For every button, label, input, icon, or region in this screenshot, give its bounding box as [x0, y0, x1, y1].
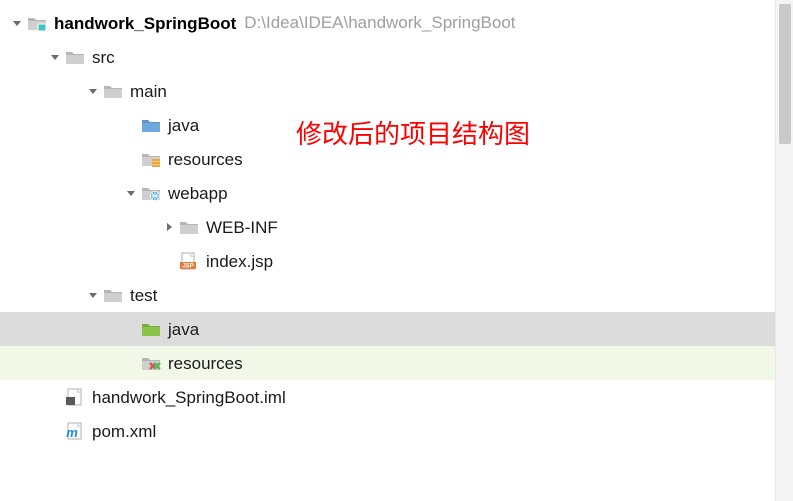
- tree-item-label: resources: [168, 355, 243, 372]
- folder-icon: [178, 217, 200, 237]
- chevron-right-icon[interactable]: [160, 221, 178, 233]
- vertical-scrollbar[interactable]: [775, 0, 793, 501]
- tree-item-label: src: [92, 49, 115, 66]
- folder-icon: [102, 81, 124, 101]
- tree-item-label: index.jsp: [206, 253, 273, 270]
- tree-item-label: handwork_SpringBoot.iml: [92, 389, 286, 406]
- web-folder-icon: [140, 183, 162, 203]
- tree-item-label: WEB-INF: [206, 219, 278, 236]
- annotation-text: 修改后的项目结构图: [296, 114, 530, 151]
- src-folder-icon: [140, 115, 162, 135]
- tree-item-indexjsp[interactable]: JSP index.jsp: [0, 244, 793, 278]
- testres-folder-icon: [140, 353, 162, 373]
- scrollbar-thumb[interactable]: [779, 4, 791, 144]
- tree-item-main[interactable]: main: [0, 74, 793, 108]
- tree-item-iml[interactable]: handwork_SpringBoot.iml: [0, 380, 793, 414]
- jsp-file-icon: JSP: [178, 251, 200, 271]
- chevron-down-icon[interactable]: [8, 17, 26, 29]
- maven-file-icon: m: [64, 421, 86, 441]
- tree-item-label: test: [130, 287, 157, 304]
- tree-item-label: resources: [168, 151, 243, 168]
- chevron-down-icon[interactable]: [122, 187, 140, 199]
- tree-item-webinf[interactable]: WEB-INF: [0, 210, 793, 244]
- folder-icon: [102, 285, 124, 305]
- folder-icon: [64, 47, 86, 67]
- tree-item-test[interactable]: test: [0, 278, 793, 312]
- tree-item-label: java: [168, 321, 199, 338]
- tree-item-label: webapp: [168, 185, 228, 202]
- tree-item-root[interactable]: handwork_SpringBoot D:\Idea\IDEA\handwork…: [0, 6, 793, 40]
- project-tree: handwork_SpringBoot D:\Idea\IDEA\handwork…: [0, 0, 793, 448]
- tree-item-src[interactable]: src: [0, 40, 793, 74]
- res-folder-icon: [140, 149, 162, 169]
- tree-item-label: java: [168, 117, 199, 134]
- chevron-down-icon[interactable]: [84, 85, 102, 97]
- test-folder-icon: [140, 319, 162, 339]
- tree-item-webapp[interactable]: webapp: [0, 176, 793, 210]
- tree-item-label: handwork_SpringBoot: [54, 15, 236, 32]
- tree-item-test-java[interactable]: java: [0, 312, 793, 346]
- tree-item-label: main: [130, 83, 167, 100]
- tree-item-hint: D:\Idea\IDEA\handwork_SpringBoot: [244, 13, 515, 33]
- chevron-down-icon[interactable]: [84, 289, 102, 301]
- chevron-down-icon[interactable]: [46, 51, 64, 63]
- tree-item-test-res[interactable]: resources: [0, 346, 793, 380]
- tree-item-label: pom.xml: [92, 423, 156, 440]
- module-icon: [26, 13, 48, 33]
- tree-item-pom[interactable]: m pom.xml: [0, 414, 793, 448]
- iml-file-icon: [64, 387, 86, 407]
- svg-text:m: m: [66, 425, 78, 440]
- svg-text:JSP: JSP: [182, 264, 193, 270]
